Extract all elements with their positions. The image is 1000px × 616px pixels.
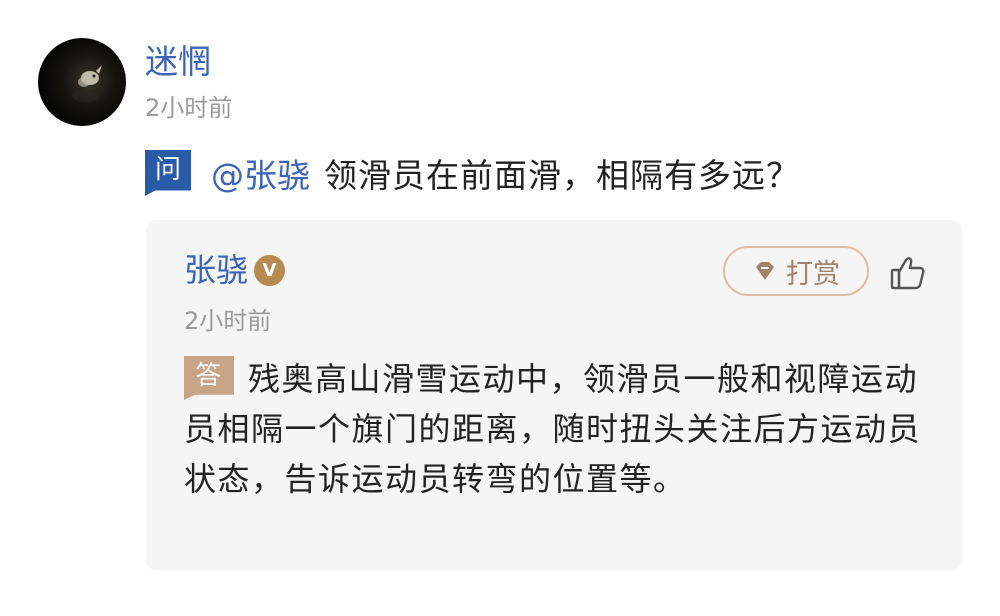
answer-author[interactable]: 张骁 (184, 250, 248, 290)
tip-label: 打赏 (786, 258, 840, 290)
post-author[interactable]: 迷惘 (145, 40, 211, 84)
question-text: 领滑员在前面滑，相隔有多远？ (324, 156, 800, 195)
thumbs-up-icon[interactable] (888, 253, 928, 293)
avatar[interactable] (38, 38, 126, 126)
qa-post: 迷惘 2小时前 问 @张骁 领滑员在前面滑，相隔有多远？ 张骁 V 打赏 2小时… (0, 0, 1000, 616)
answerer-row: 张骁 V (184, 250, 286, 290)
answer-badge: 答 (184, 356, 234, 400)
question-badge: 问 (145, 150, 191, 196)
question: 问 @张骁 领滑员在前面滑，相隔有多远？ (145, 148, 800, 198)
post-timestamp: 2小时前 (145, 94, 233, 122)
tip-button[interactable]: 打赏 (723, 246, 869, 296)
answer-text: 残奥高山滑雪运动中，领滑员一般和视障运动员相隔一个旗门的距离，随时扭头关注后方运… (184, 360, 922, 498)
gem-icon (752, 258, 778, 284)
question-mention[interactable]: @张骁 (211, 149, 310, 197)
answer-card: 张骁 V 打赏 2小时前 答残奥高山滑雪运动中，领滑员一般和视障运动员相隔一个旗… (146, 220, 962, 570)
answer-body: 答残奥高山滑雪运动中，领滑员一般和视障运动员相隔一个旗门的距离，随时扭头关注后方… (184, 354, 924, 504)
answer-timestamp: 2小时前 (184, 307, 272, 335)
verified-v-icon: V (254, 254, 286, 286)
